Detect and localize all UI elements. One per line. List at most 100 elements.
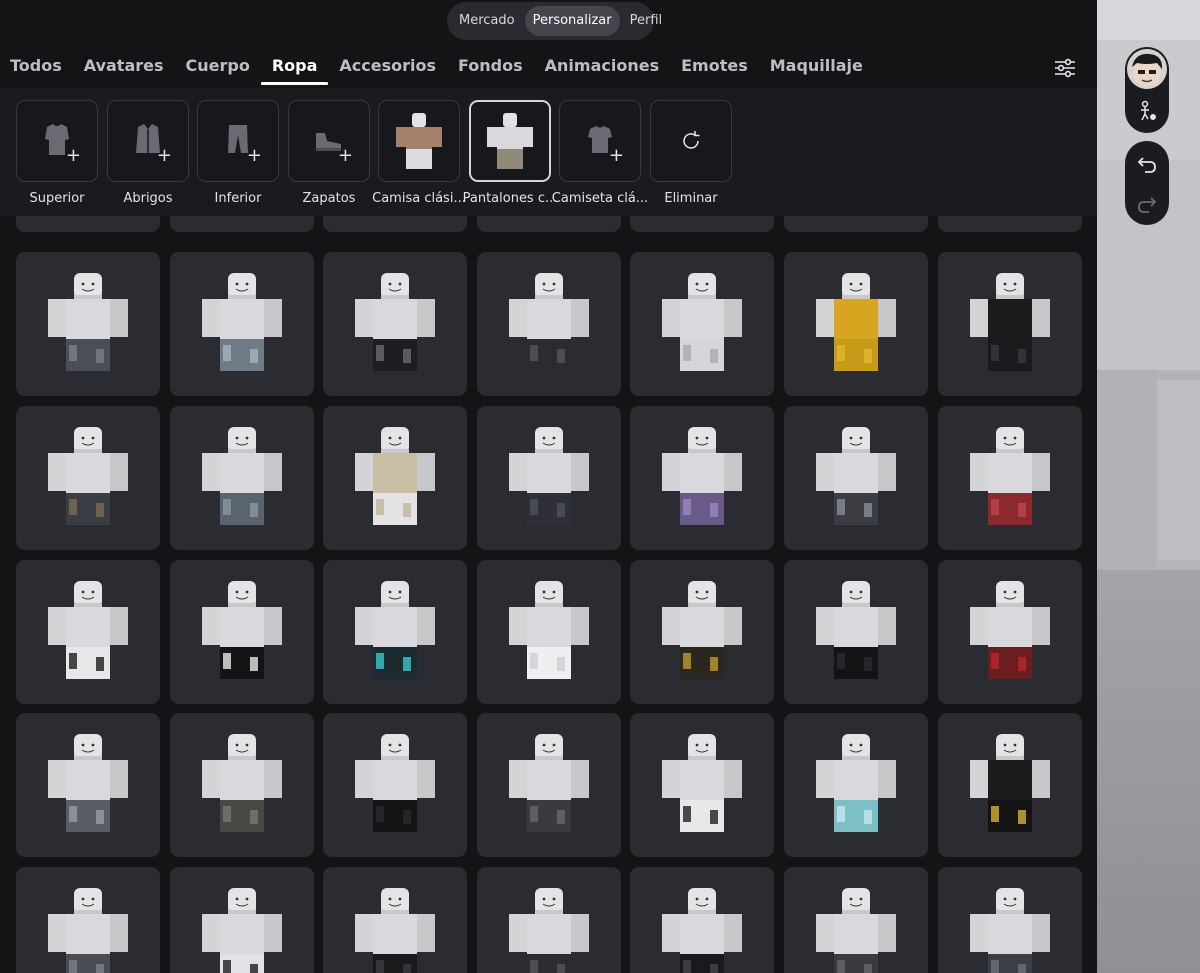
tab-animaciones[interactable]: Animaciones [534,50,670,85]
item-card[interactable] [784,867,928,973]
item-card[interactable] [323,867,467,973]
item-card[interactable] [323,216,467,232]
item-card[interactable] [784,713,928,857]
avatar-outfit-thumb [202,427,282,525]
avatar-outfit-thumb [662,888,742,973]
item-card[interactable] [477,216,621,232]
item-card[interactable] [16,560,160,704]
add-icon: + [337,145,353,166]
tab-accesorios[interactable]: Accesorios [328,50,447,85]
avatar-outfit-thumb [970,581,1050,679]
mode-perfil[interactable]: Perfil [622,6,671,36]
equipped-slot-1[interactable]: + Superior [16,100,98,206]
equipped-slot-2[interactable]: + Abrigos [107,100,189,206]
tab-avatares[interactable]: Avatares [73,50,175,85]
equipped-slot-4[interactable]: + Zapatos [288,100,370,206]
item-card[interactable] [323,713,467,857]
slot-box[interactable] [378,100,460,182]
item-card[interactable] [938,713,1082,857]
avatar-outfit-thumb [509,734,589,832]
avatar-outfit-thumb [970,734,1050,832]
equipped-slot-7[interactable]: + Camiseta clá... [552,100,648,206]
avatar-controls [1125,47,1169,133]
slot-box[interactable]: + [107,100,189,182]
item-card[interactable] [784,560,928,704]
tab-cuerpo[interactable]: Cuerpo [175,50,261,85]
item-card[interactable] [170,406,314,550]
item-card[interactable] [16,713,160,857]
item-card[interactable] [630,216,774,232]
classic-shirt-thumb [396,113,442,169]
slot-label: Superior [29,191,85,206]
item-card[interactable] [938,406,1082,550]
redo-icon[interactable] [1131,189,1163,221]
slot-box[interactable]: + [559,100,641,182]
slot-box[interactable]: + [288,100,370,182]
avatar-outfit-thumb [509,273,589,371]
item-card[interactable] [630,560,774,704]
item-card[interactable] [170,560,314,704]
tab-fondos[interactable]: Fondos [447,50,534,85]
avatar-outfit-thumb [509,427,589,525]
mode-personalizar[interactable]: Personalizar [524,6,620,36]
item-card[interactable] [477,406,621,550]
slot-box[interactable]: + [197,100,279,182]
equipped-slot-8[interactable]: Eliminar [650,100,732,206]
item-card[interactable] [477,867,621,973]
avatar-outfit-thumb [662,273,742,371]
item-card[interactable] [16,406,160,550]
item-card[interactable] [938,867,1082,973]
item-card[interactable] [630,252,774,396]
item-card[interactable] [170,867,314,973]
item-card[interactable] [170,713,314,857]
tab-emotes[interactable]: Emotes [670,50,759,85]
item-card[interactable] [784,406,928,550]
avatar-outfit-thumb [662,427,742,525]
item-card[interactable] [16,252,160,396]
avatar-outfit-thumb [48,734,128,832]
slot-box[interactable] [650,100,732,182]
item-card[interactable] [938,252,1082,396]
filter-sliders-icon[interactable] [1053,56,1077,80]
avatar-editor: Mercado Personalizar Perfil Todos Avatar… [0,0,1200,973]
item-card[interactable] [170,216,314,232]
scene-block [1157,380,1200,560]
tab-maquillaje[interactable]: Maquillaje [759,50,874,85]
item-card[interactable] [938,216,1082,232]
item-card[interactable] [630,867,774,973]
tab-ropa[interactable]: Ropa [260,50,329,85]
item-card[interactable] [630,406,774,550]
item-card[interactable] [784,252,928,396]
item-card[interactable] [630,713,774,857]
item-card[interactable] [323,252,467,396]
item-card[interactable] [16,216,160,232]
avatar-outfit-thumb [970,888,1050,973]
item-card[interactable] [938,560,1082,704]
avatar-outfit-thumb [816,427,896,525]
equipped-slot-3[interactable]: + Inferior [197,100,279,206]
item-card[interactable] [323,406,467,550]
slot-box[interactable] [469,100,551,182]
scene-block [1097,370,1157,570]
item-card[interactable] [170,252,314,396]
item-card[interactable] [477,252,621,396]
tab-todos[interactable]: Todos [0,50,73,85]
avatar-outfit-thumb [48,888,128,973]
avatar-outfit-thumb [355,581,435,679]
avatar-outfit-thumb [202,888,282,973]
item-card[interactable] [784,216,928,232]
item-card[interactable] [16,867,160,973]
item-card[interactable] [477,713,621,857]
avatar-settings-icon[interactable] [1131,95,1163,127]
equipped-slot-6[interactable]: Pantalones c... [463,100,557,206]
item-card[interactable] [323,560,467,704]
scene-floor [1097,570,1200,973]
slot-box[interactable]: + [16,100,98,182]
add-icon: + [608,145,624,166]
undo-icon[interactable] [1131,149,1163,181]
item-card[interactable] [477,560,621,704]
avatar-headshot[interactable] [1127,49,1167,89]
avatar-outfit-thumb [816,581,896,679]
mode-mercado[interactable]: Mercado [451,6,523,36]
equipped-slot-5[interactable]: Camisa clási... [372,100,466,206]
